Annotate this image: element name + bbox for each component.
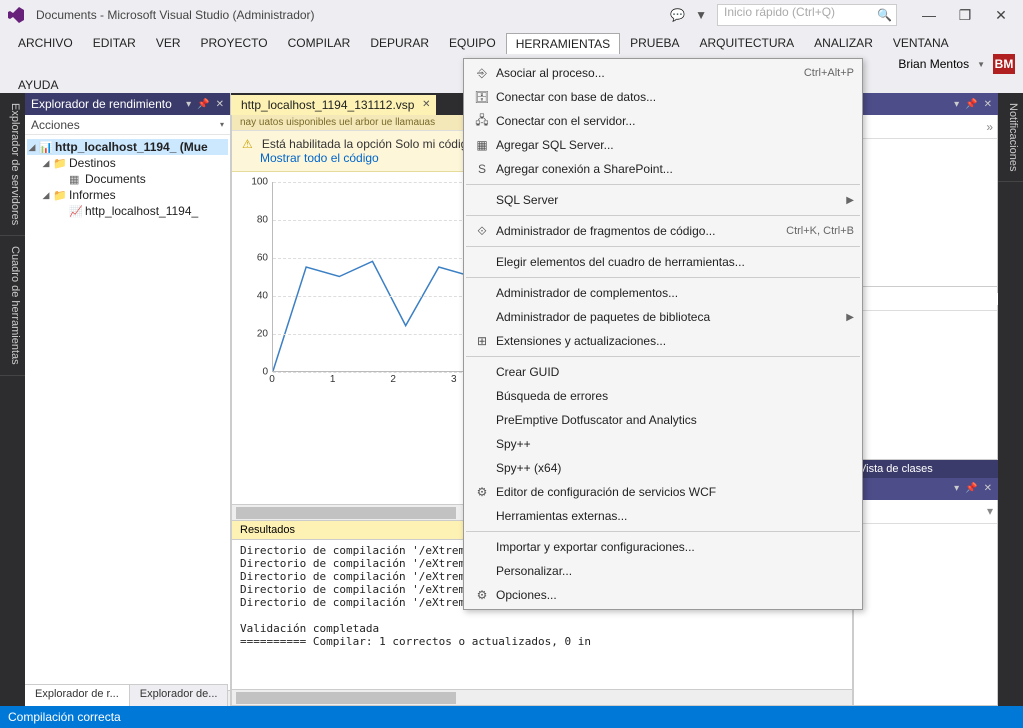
show-all-code-link[interactable]: Mostrar todo el código (260, 151, 379, 165)
menu-item[interactable]: Administrador de paquetes de biblioteca▶ (464, 305, 862, 329)
right-panel-2-header[interactable]: ▾ 📌 ✕ (853, 478, 998, 500)
tree-item-report[interactable]: 📈 http_localhost_1194_ (27, 203, 228, 219)
tree-reports-label: Informes (69, 188, 116, 202)
panel-menu-icon[interactable]: ▾ (186, 99, 191, 110)
window-title: Documents - Microsoft Visual Studio (Adm… (36, 8, 315, 22)
left-tool-tabs: Explorador de servidores Cuadro de herra… (0, 93, 25, 706)
menu-item[interactable]: ⚙Opciones... (464, 583, 862, 607)
output-scrollbar[interactable] (232, 689, 852, 705)
menu-item[interactable]: Elegir elementos del cuadro de herramien… (464, 250, 862, 274)
right-panels: ▾ 📌 ✕ » 🔍 ▾ Vista de clases ▾ 📌 ✕ (853, 93, 998, 706)
close-button[interactable]: ✕ (987, 7, 1015, 24)
tree-root-label: http_localhost_1194_ (Mue (55, 140, 208, 154)
restore-button[interactable]: ❐ (951, 7, 979, 24)
right-panel-search[interactable]: 🔍 ▾ (854, 287, 997, 311)
menu-proyecto[interactable]: PROYECTO (191, 32, 278, 54)
performance-tree: ◢📊 http_localhost_1194_ (Mue ◢📁 Destinos… (25, 135, 230, 223)
menu-arquitectura[interactable]: ARQUITECTURA (690, 32, 805, 54)
performance-explorer-title: Explorador de rendimiento (31, 97, 172, 111)
actions-label: Acciones (31, 118, 80, 132)
close-icon[interactable]: ✕ (984, 483, 992, 494)
menu-item[interactable]: Importar y exportar configuraciones... (464, 535, 862, 559)
banner-text: Está habilitada la opción Solo mi códig (262, 137, 467, 151)
panel-menu-icon[interactable]: ▾ (954, 99, 959, 110)
close-icon[interactable]: ✕ (984, 99, 992, 110)
user-name[interactable]: Brian Mentos (898, 57, 969, 71)
menu-item[interactable]: ⊞Extensiones y actualizaciones... (464, 329, 862, 353)
search-input[interactable] (858, 293, 1000, 305)
status-bar: Compilación correcta (0, 706, 1023, 728)
menu-prueba[interactable]: PRUEBA (620, 32, 689, 54)
search-icon: 🔍 (877, 8, 892, 22)
notifications-tab[interactable]: Notificaciones (998, 93, 1023, 182)
menu-item[interactable]: 🗄Conectar con base de datos... (464, 85, 862, 109)
right-panel-1-header[interactable]: ▾ 📌 ✕ (853, 93, 998, 115)
tree-item-documents[interactable]: ▦ Documents (27, 171, 228, 187)
bottom-tabs: Explorador de r... Explorador de... (25, 684, 228, 706)
quick-launch-input[interactable]: Inicio rápido (Ctrl+Q) 🔍 (717, 4, 897, 26)
menu-analizar[interactable]: ANALIZAR (804, 32, 883, 54)
menu-ver[interactable]: VER (146, 32, 191, 54)
menu-item[interactable]: SAgregar conexión a SharePoint... (464, 157, 862, 181)
menu-item[interactable]: Herramientas externas... (464, 504, 862, 528)
menu-item[interactable]: Personalizar... (464, 559, 862, 583)
tree-folder-reports[interactable]: ◢📁 Informes (27, 187, 228, 203)
user-avatar[interactable]: BM (993, 54, 1015, 74)
tree-folder-targets[interactable]: ◢📁 Destinos (27, 155, 228, 171)
tree-root[interactable]: ◢📊 http_localhost_1194_ (Mue (27, 139, 228, 155)
feedback-icon[interactable]: 💬 (670, 8, 685, 22)
tab-close-icon[interactable]: ✕ (422, 99, 430, 110)
bottom-tab-perf[interactable]: Explorador de r... (25, 685, 130, 706)
minimize-button[interactable]: — (915, 7, 943, 24)
panel-menu-icon[interactable]: ▾ (954, 483, 959, 494)
menu-herramientas[interactable]: HERRAMIENTAS (506, 33, 620, 54)
menu-item[interactable]: SQL Server▶ (464, 188, 862, 212)
class-view-tab[interactable]: Vista de clases (853, 460, 998, 478)
right-panel-2-toolbar[interactable]: ▾ (854, 500, 997, 524)
tree-targets-label: Destinos (69, 156, 116, 170)
menu-item[interactable]: Búsqueda de errores (464, 384, 862, 408)
menu-depurar[interactable]: DEPURAR (360, 32, 439, 54)
menu-item[interactable]: Crear GUID (464, 360, 862, 384)
toolbox-tab[interactable]: Cuadro de herramientas (0, 236, 25, 376)
menu-compilar[interactable]: COMPILAR (278, 32, 361, 54)
menu-item[interactable]: ⟐Administrador de fragmentos de código..… (464, 219, 862, 243)
menu-item[interactable]: Spy++ (x64) (464, 456, 862, 480)
menu-equipo[interactable]: EQUIPO (439, 32, 506, 54)
right-panel-toolbar[interactable]: » (854, 115, 997, 139)
menu-item[interactable]: ⎆Asociar al proceso...Ctrl+Alt+P (464, 61, 862, 85)
pin-icon[interactable]: 📌 (965, 99, 977, 110)
performance-explorer-header[interactable]: Explorador de rendimiento ▾ 📌 ✕ (25, 93, 230, 115)
performance-explorer-panel: Explorador de rendimiento ▾ 📌 ✕ Acciones… (25, 93, 231, 706)
close-icon[interactable]: ✕ (216, 99, 224, 110)
pin-icon[interactable]: 📌 (197, 99, 209, 110)
tree-report-label: http_localhost_1194_ (85, 204, 198, 218)
actions-dropdown[interactable]: Acciones ▾ (25, 115, 230, 135)
pin-icon[interactable]: 📌 (965, 483, 977, 494)
right-tool-tabs: Notificaciones (998, 93, 1023, 706)
menu-item[interactable]: 🖧Conectar con el servidor... (464, 109, 862, 133)
bottom-tab-explorer[interactable]: Explorador de... (130, 685, 229, 706)
menu-item[interactable]: Administrador de complementos... (464, 281, 862, 305)
menu-item[interactable]: ▦Agregar SQL Server... (464, 133, 862, 157)
server-explorer-tab[interactable]: Explorador de servidores (0, 93, 25, 236)
user-dropdown-icon[interactable]: ▼ (977, 60, 985, 69)
flag-icon[interactable]: ▼ (695, 8, 707, 22)
document-tab[interactable]: http_localhost_1194_131112.vsp ✕ (231, 95, 436, 115)
title-bar: Documents - Microsoft Visual Studio (Adm… (0, 0, 1023, 30)
menu-item[interactable]: ⚙Editor de configuración de servicios WC… (464, 480, 862, 504)
quick-launch-placeholder: Inicio rápido (Ctrl+Q) (724, 5, 835, 19)
herramientas-menu: ⎆Asociar al proceso...Ctrl+Alt+P🗄Conecta… (463, 58, 863, 610)
menu-editar[interactable]: EDITAR (83, 32, 146, 54)
tree-documents-label: Documents (85, 172, 146, 186)
menu-item[interactable]: PreEmptive Dotfuscator and Analytics (464, 408, 862, 432)
warning-icon: ⚠ (242, 137, 253, 151)
menu-archivo[interactable]: ARCHIVO (8, 32, 83, 54)
document-tab-label: http_localhost_1194_131112.vsp (241, 98, 414, 112)
status-text: Compilación correcta (8, 710, 121, 724)
vs-logo-icon (8, 7, 24, 23)
menu-ventana[interactable]: VENTANA (883, 32, 959, 54)
menu-item[interactable]: Spy++ (464, 432, 862, 456)
